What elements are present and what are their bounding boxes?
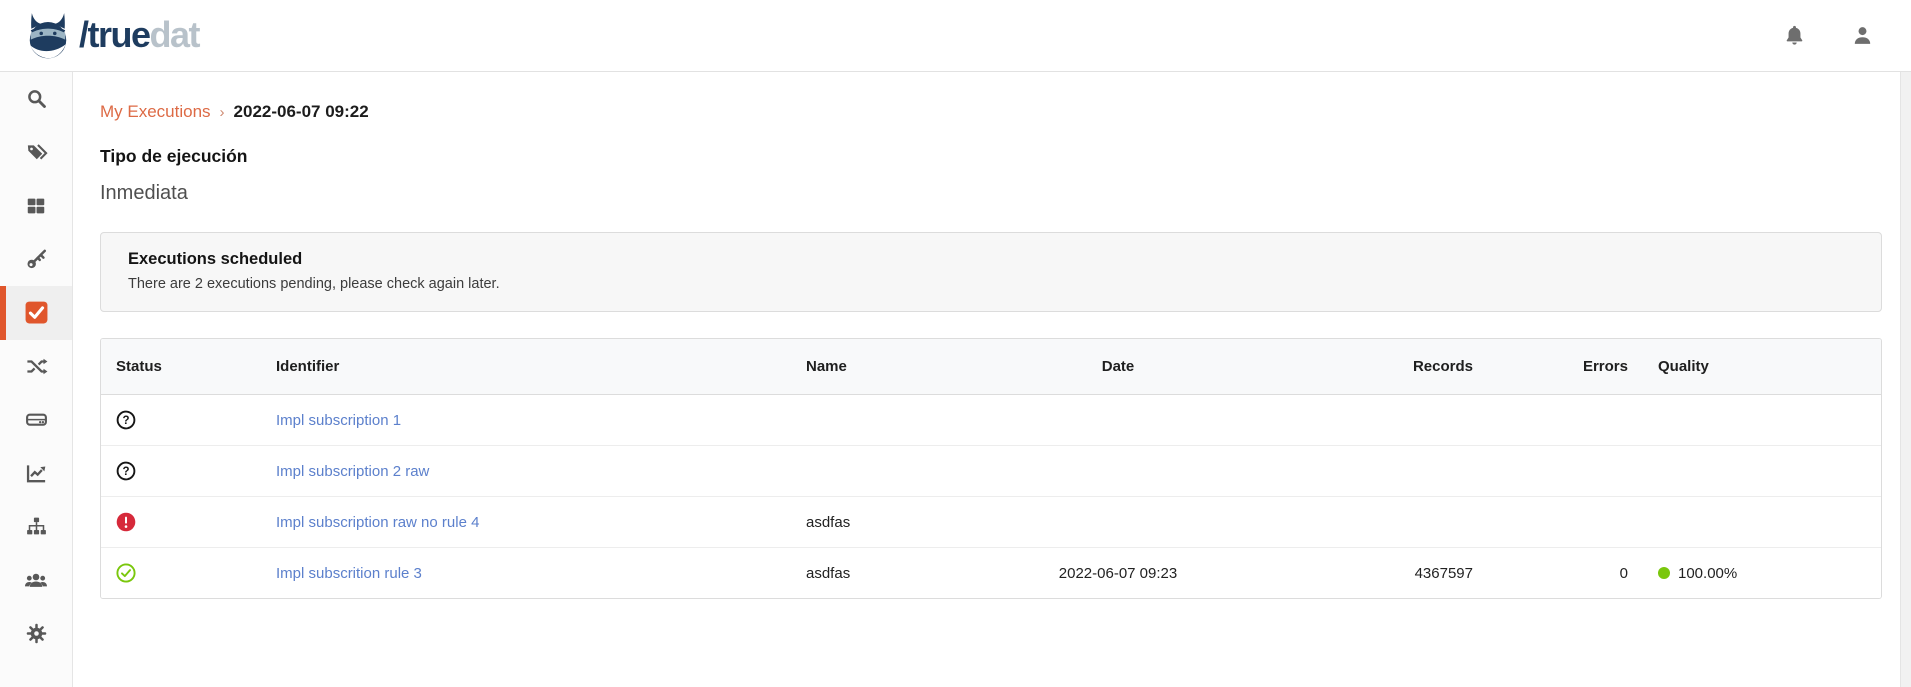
name-cell <box>791 395 1011 446</box>
status-cell: ? <box>101 395 261 446</box>
records-cell: 4367597 <box>1225 548 1488 599</box>
main-content: My Executions › 2022-06-07 09:22 Tipo de… <box>73 72 1900 687</box>
name-cell <box>791 446 1011 497</box>
status-cell: ? <box>101 446 261 497</box>
records-cell <box>1225 497 1488 548</box>
identifier-link[interactable]: Impl subscription 2 raw <box>276 463 429 480</box>
alert-message: There are 2 executions pending, please c… <box>128 276 1854 292</box>
quality-cell <box>1643 395 1881 446</box>
sidebar-item-sources[interactable] <box>0 393 72 447</box>
errors-cell: 0 <box>1488 548 1643 599</box>
owl-logo-icon <box>24 11 72 61</box>
table-row: Impl subscription raw no rule 4 asdfas <box>101 497 1881 548</box>
shuffle-icon <box>25 355 48 378</box>
errors-cell <box>1488 497 1643 548</box>
date-cell: 2022-06-07 09:23 <box>1011 548 1225 599</box>
name-cell: asdfas <box>791 497 1011 548</box>
grid-icon <box>25 195 47 217</box>
breadcrumb-separator-icon: › <box>220 104 225 121</box>
sidebar-item-search[interactable] <box>0 72 72 126</box>
column-header-errors: Errors <box>1488 339 1643 395</box>
sidebar-item-tags[interactable] <box>0 126 72 180</box>
gear-icon <box>25 622 48 645</box>
table-row: Impl subscrition rule 3 asdfas 2022-06-0… <box>101 548 1881 599</box>
column-header-name: Name <box>791 339 1011 395</box>
identifier-link[interactable]: Impl subscription raw no rule 4 <box>276 514 479 531</box>
date-cell <box>1011 497 1225 548</box>
column-header-records: Records <box>1225 339 1488 395</box>
status-cell <box>101 548 261 599</box>
drive-icon <box>25 408 48 431</box>
wordmark: /truedat <box>79 17 199 53</box>
sidebar-item-grid[interactable] <box>0 179 72 233</box>
execution-type-label: Tipo de ejecución <box>100 146 1900 167</box>
date-cell <box>1011 395 1225 446</box>
column-header-date: Date <box>1011 339 1225 395</box>
sidebar-item-quality[interactable] <box>0 286 72 340</box>
name-cell: asdfas <box>791 548 1011 599</box>
sidebar <box>0 72 73 687</box>
records-cell <box>1225 395 1488 446</box>
quality-cell <box>1643 497 1881 548</box>
tags-icon <box>25 141 48 164</box>
executions-scheduled-alert: Executions scheduled There are 2 executi… <box>100 232 1882 312</box>
quality-cell <box>1643 446 1881 497</box>
wordmark-primary: /true <box>79 14 150 55</box>
error-status-icon <box>116 519 136 536</box>
users-icon <box>24 568 48 592</box>
identifier-link[interactable]: Impl subscrition rule 3 <box>276 565 422 582</box>
sidebar-item-settings[interactable] <box>0 607 72 661</box>
sidebar-item-users[interactable] <box>0 554 72 608</box>
success-status-icon <box>116 570 136 587</box>
user-icon[interactable] <box>1849 23 1875 49</box>
column-header-status: Status <box>101 339 261 395</box>
executions-table: Status Identifier Name Date Records Erro… <box>100 338 1882 599</box>
execution-type-value: Inmediata <box>100 182 1900 205</box>
date-cell <box>1011 446 1225 497</box>
table-row: ? Impl subscription 2 raw <box>101 446 1881 497</box>
table-header-row: Status Identifier Name Date Records Erro… <box>101 339 1881 395</box>
app-header: /truedat <box>0 0 1911 72</box>
quality-cell: 100.00% <box>1643 548 1881 599</box>
breadcrumb-my-executions-link[interactable]: My Executions <box>100 102 211 122</box>
key-icon <box>25 248 48 271</box>
sidebar-item-shuffle[interactable] <box>0 340 72 394</box>
status-cell <box>101 497 261 548</box>
bell-icon[interactable] <box>1781 23 1807 49</box>
pending-status-icon: ? <box>116 468 136 485</box>
check-square-icon <box>24 300 49 325</box>
records-cell <box>1225 446 1488 497</box>
pending-status-icon: ? <box>116 417 136 434</box>
breadcrumb-current: 2022-06-07 09:22 <box>234 102 369 122</box>
wordmark-secondary: dat <box>150 14 200 55</box>
header-actions <box>1781 23 1875 49</box>
svg-text:?: ? <box>122 466 129 478</box>
errors-cell <box>1488 446 1643 497</box>
column-header-identifier: Identifier <box>261 339 791 395</box>
alert-title: Executions scheduled <box>128 250 1854 269</box>
sidebar-item-key[interactable] <box>0 233 72 287</box>
quality-value: 100.00% <box>1678 565 1737 582</box>
vertical-scrollbar[interactable] <box>1900 72 1911 687</box>
column-header-quality: Quality <box>1643 339 1881 395</box>
sidebar-item-lineage[interactable] <box>0 500 72 554</box>
table-row: ? Impl subscription 1 <box>101 395 1881 446</box>
sidebar-item-dashboards[interactable] <box>0 447 72 501</box>
chart-line-icon <box>25 462 48 485</box>
errors-cell <box>1488 395 1643 446</box>
svg-text:?: ? <box>122 415 129 427</box>
identifier-link[interactable]: Impl subscription 1 <box>276 412 401 429</box>
search-icon <box>25 87 48 110</box>
quality-dot-icon <box>1658 567 1670 579</box>
breadcrumb: My Executions › 2022-06-07 09:22 <box>100 102 1900 122</box>
truedat-logo[interactable]: /truedat <box>24 11 199 61</box>
sitemap-icon <box>25 515 48 538</box>
